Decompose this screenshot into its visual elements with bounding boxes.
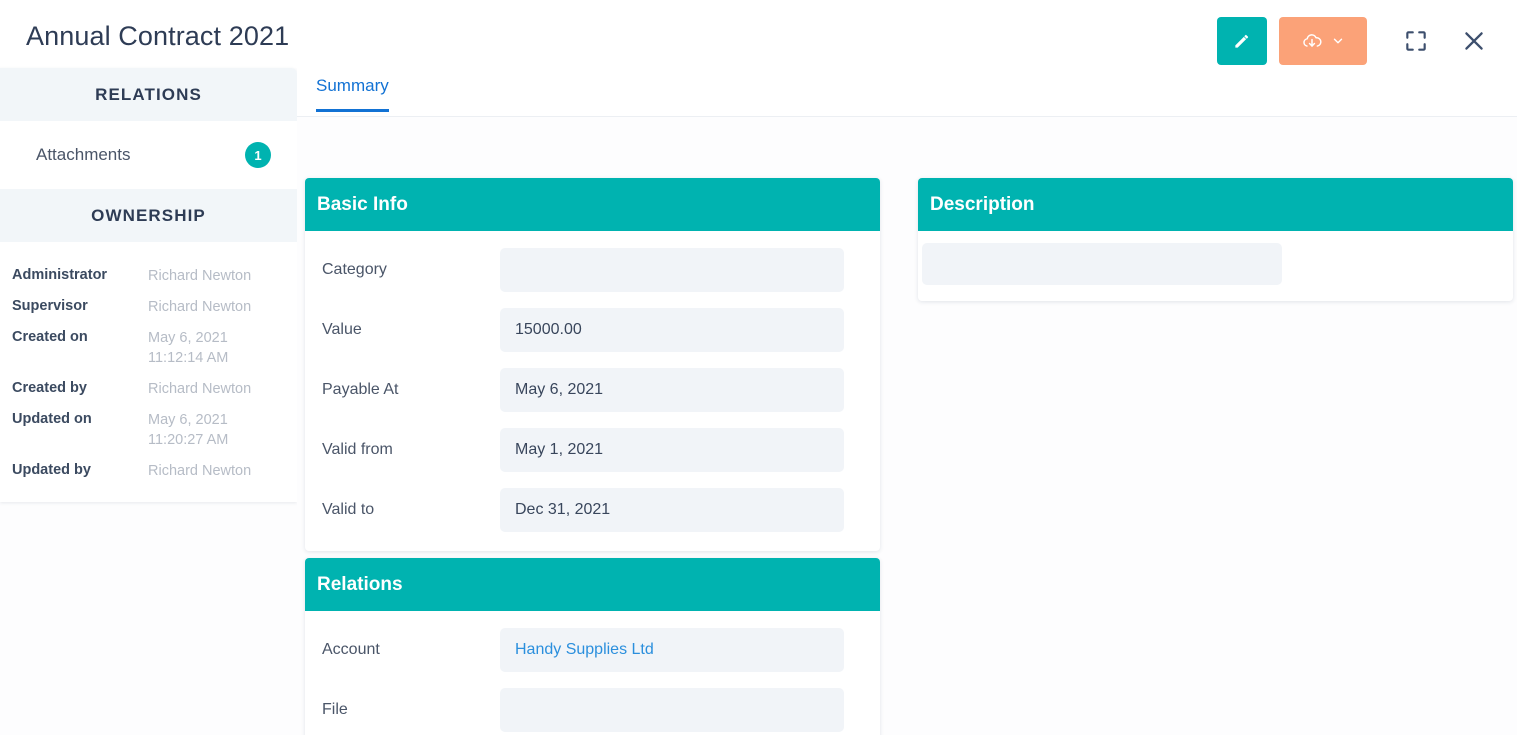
field-label: Value: [322, 321, 362, 338]
fullscreen-icon: [1406, 31, 1426, 51]
ownership-row: Updated on May 6, 2021 11:20:27 AM: [0, 404, 297, 455]
content-area: Basic Info Category Value 15000.00 Payab…: [297, 117, 1517, 735]
field-value-valid-to[interactable]: Dec 31, 2021: [500, 488, 844, 532]
fullscreen-button[interactable]: [1393, 17, 1439, 65]
relations-card: Relations Account Handy Supplies Ltd Fil…: [305, 558, 880, 735]
ownership-value: May 6, 2021 11:20:27 AM: [148, 412, 229, 448]
ownership-key: Administrator: [12, 267, 108, 283]
ownership-row: Administrator Richard Newton: [0, 260, 297, 291]
field-value-valid-from[interactable]: May 1, 2021: [500, 428, 844, 472]
description-card: Description: [918, 178, 1513, 301]
field-value-value[interactable]: 15000.00: [500, 308, 844, 352]
tab-summary[interactable]: Summary: [316, 76, 389, 112]
field-row-value: Value 15000.00: [305, 300, 880, 360]
ownership-list: Administrator Richard Newton Supervisor …: [0, 242, 297, 502]
field-value-payable-at[interactable]: May 6, 2021: [500, 368, 844, 412]
tab-bar: Summary: [297, 68, 1517, 117]
edit-button[interactable]: [1217, 17, 1267, 65]
basic-info-card-title: Basic Info: [305, 178, 880, 231]
ownership-key: Created on: [12, 329, 88, 345]
field-value-file[interactable]: [500, 688, 844, 732]
ownership-value: Richard Newton: [148, 381, 252, 397]
sidebar-item-attachments[interactable]: Attachments 1: [0, 121, 297, 189]
relations-card-body: Account Handy Supplies Ltd File: [305, 611, 880, 735]
ownership-value: Richard Newton: [148, 268, 252, 284]
ownership-row: Created on May 6, 2021 11:12:14 AM: [0, 322, 297, 373]
sidebar-item-label: Attachments: [36, 145, 131, 164]
basic-info-card-body: Category Value 15000.00 Payable At May 6…: [305, 231, 880, 551]
basic-info-card: Basic Info Category Value 15000.00 Payab…: [305, 178, 880, 551]
field-value-account[interactable]: Handy Supplies Ltd: [500, 628, 844, 672]
ownership-row: Supervisor Richard Newton: [0, 291, 297, 322]
ownership-value: May 6, 2021 11:12:14 AM: [148, 330, 229, 366]
ownership-key: Updated by: [12, 462, 91, 478]
cloud-download-icon: [1303, 34, 1322, 47]
sidebar-card: RELATIONS Attachments 1 OWNERSHIP Admini…: [0, 68, 297, 502]
field-label: Category: [322, 261, 387, 278]
field-label: Valid from: [322, 441, 393, 458]
download-button[interactable]: [1279, 17, 1367, 65]
page-header: Annual Contract 2021: [0, 0, 1517, 68]
attachments-count-badge: 1: [245, 142, 271, 168]
ownership-key: Supervisor: [12, 298, 88, 314]
chevron-down-icon: [1333, 38, 1343, 44]
contract-detail-page: Annual Contract 2021 RELATIONS Attachmen…: [0, 0, 1517, 735]
field-value-category[interactable]: [500, 248, 844, 292]
ownership-key: Created by: [12, 380, 87, 396]
field-label: File: [322, 701, 348, 718]
ownership-value: Richard Newton: [148, 463, 252, 479]
main-content: Summary Basic Info Category Value 15000.…: [297, 68, 1517, 735]
close-button[interactable]: [1451, 17, 1497, 65]
ownership-row: Updated by Richard Newton: [0, 455, 297, 486]
ownership-key: Updated on: [12, 411, 92, 427]
field-row-payable-at: Payable At May 6, 2021: [305, 360, 880, 420]
description-card-body: [918, 231, 1513, 301]
field-row-category: Category: [305, 240, 880, 300]
pencil-icon: [1235, 34, 1249, 48]
field-label: Payable At: [322, 381, 399, 398]
description-card-title: Description: [918, 178, 1513, 231]
field-value-description[interactable]: [922, 243, 1282, 285]
close-icon: [1465, 32, 1483, 50]
header-actions: [1217, 17, 1497, 65]
ownership-value: Richard Newton: [148, 299, 252, 315]
sidebar-section-relations-header: RELATIONS: [0, 68, 297, 121]
field-label: Valid to: [322, 501, 375, 518]
ownership-row: Created by Richard Newton: [0, 373, 297, 404]
field-row-account: Account Handy Supplies Ltd: [305, 620, 880, 680]
page-title: Annual Contract 2021: [26, 21, 290, 51]
field-row-valid-from: Valid from May 1, 2021: [305, 420, 880, 480]
relations-card-title: Relations: [305, 558, 880, 611]
field-row-file: File: [305, 680, 880, 735]
sidebar-section-ownership-header: OWNERSHIP: [0, 189, 297, 242]
field-row-valid-to: Valid to Dec 31, 2021: [305, 480, 880, 540]
sidebar: RELATIONS Attachments 1 OWNERSHIP Admini…: [0, 68, 297, 502]
field-label: Account: [322, 641, 380, 658]
